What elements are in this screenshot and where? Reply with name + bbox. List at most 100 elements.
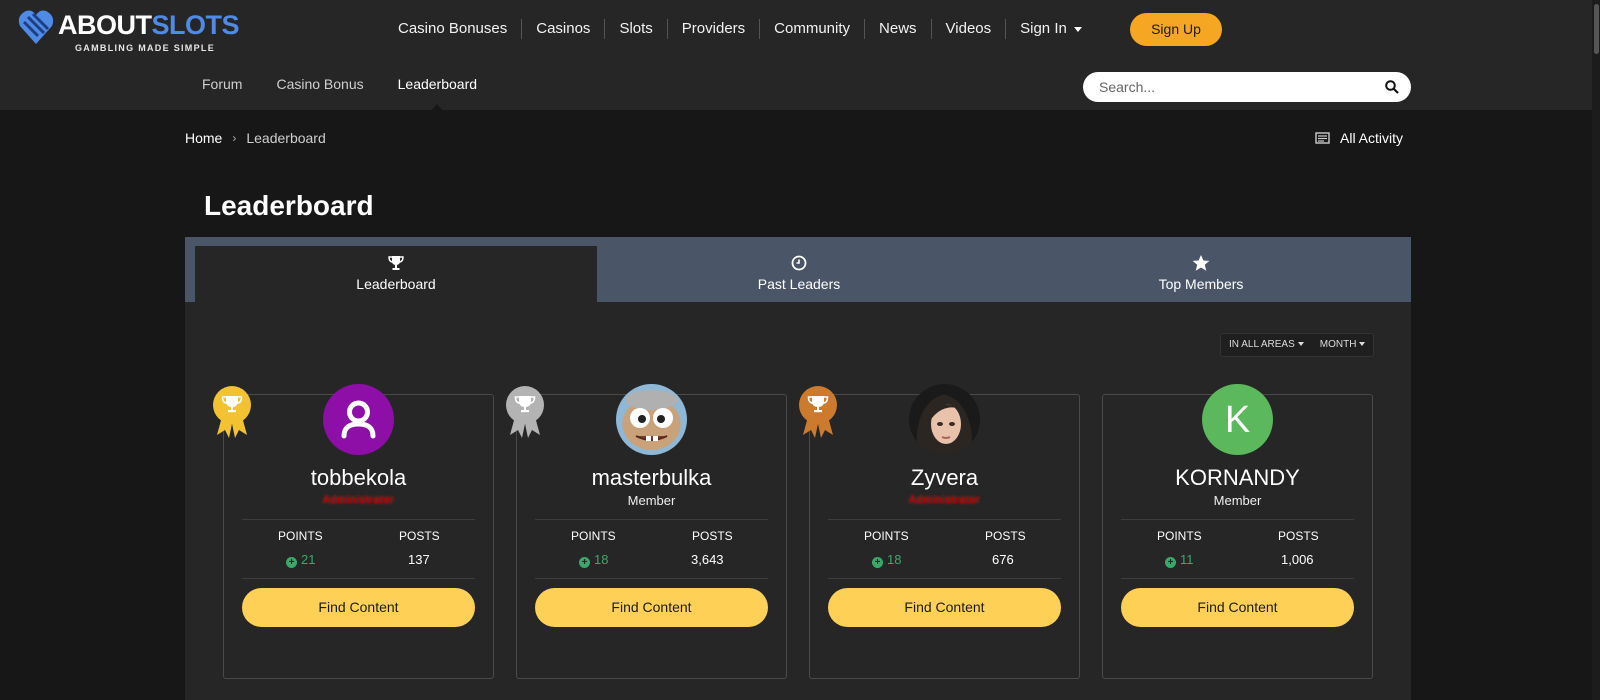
trophy-icon xyxy=(388,256,404,270)
tab-top-members[interactable]: Top Members xyxy=(1000,246,1402,302)
tab-label: Leaderboard xyxy=(356,276,436,292)
avatar[interactable]: K xyxy=(1202,384,1273,455)
logo-wordmark: ABOUTSLOTS xyxy=(58,10,240,41)
tab-past-leaders[interactable]: Past Leaders xyxy=(598,246,1000,302)
breadcrumb-current: Leaderboard xyxy=(246,130,326,146)
nav-casinos[interactable]: Casinos xyxy=(522,19,606,39)
scrollbar-thumb[interactable] xyxy=(1594,4,1599,54)
posts-value: 3,643 xyxy=(691,552,724,567)
silver-award-ribbon-icon xyxy=(506,386,544,438)
points-value: +18 xyxy=(872,552,901,568)
gold-award-ribbon-icon xyxy=(213,386,251,438)
sign-in-label: Sign In xyxy=(1020,20,1067,37)
nav-videos[interactable]: Videos xyxy=(932,19,1007,39)
divider xyxy=(535,578,768,579)
period-filter-dropdown[interactable]: MONTH xyxy=(1312,334,1374,356)
leader-role: Member xyxy=(627,493,676,508)
posts-label: POSTS xyxy=(985,529,1026,543)
leader-username[interactable]: tobbekola xyxy=(224,465,493,491)
points-number: 21 xyxy=(301,552,316,567)
divider xyxy=(242,519,475,520)
leader-username[interactable]: KORNANDY xyxy=(1103,465,1372,491)
leader-card-4: K KORNANDY Member POINTS POSTS +11 1,006… xyxy=(1102,384,1373,679)
leader-role: Administrator xyxy=(322,494,395,506)
tab-leaderboard[interactable]: Leaderboard xyxy=(195,246,597,302)
chevron-down-icon xyxy=(1359,342,1366,347)
sign-up-button[interactable]: Sign Up xyxy=(1130,13,1222,46)
plus-circle-icon: + xyxy=(1165,557,1176,568)
nav-casino-bonuses[interactable]: Casino Bonuses xyxy=(384,19,523,39)
posts-label: POSTS xyxy=(1278,529,1319,543)
tab-label: Top Members xyxy=(1158,276,1244,292)
plus-circle-icon: + xyxy=(286,557,297,568)
period-filter-label: MONTH xyxy=(1319,339,1357,350)
subnav-forum[interactable]: Forum xyxy=(202,76,242,92)
heart-logo-icon xyxy=(18,10,54,44)
plus-circle-icon: + xyxy=(872,557,883,568)
divider xyxy=(828,578,1061,579)
logo-word-slots: SLOTS xyxy=(151,10,240,40)
avatar[interactable] xyxy=(323,384,394,455)
plus-circle-icon: + xyxy=(579,557,590,568)
avatar[interactable] xyxy=(909,384,980,455)
avatar-letter: K xyxy=(1225,399,1250,441)
chevron-right-icon: › xyxy=(232,131,237,145)
leader-username[interactable]: Zyvera xyxy=(810,465,1079,491)
nav-sign-in[interactable]: Sign In xyxy=(1006,19,1096,39)
points-number: 11 xyxy=(1180,552,1194,567)
find-content-button[interactable]: Find Content xyxy=(535,588,768,627)
divider xyxy=(535,519,768,520)
breadcrumb: Home › Leaderboard xyxy=(185,130,326,146)
points-value: +11 xyxy=(1165,552,1194,568)
posts-value: 676 xyxy=(992,552,1014,567)
clock-icon xyxy=(791,255,807,271)
all-activity-link[interactable]: All Activity xyxy=(1315,130,1403,146)
find-content-button[interactable]: Find Content xyxy=(1121,588,1354,627)
points-number: 18 xyxy=(594,552,609,567)
leader-role: Member xyxy=(1213,493,1262,508)
nav-slots[interactable]: Slots xyxy=(605,19,668,39)
leader-role: Administrator xyxy=(908,494,981,506)
nav-providers[interactable]: Providers xyxy=(668,19,761,39)
star-icon xyxy=(1192,255,1210,271)
tab-label: Past Leaders xyxy=(757,276,841,292)
divider xyxy=(1121,519,1354,520)
search-box xyxy=(1083,72,1411,102)
nav-news[interactable]: News xyxy=(865,19,932,39)
page-scrollbar[interactable] xyxy=(1592,0,1600,700)
nav-community[interactable]: Community xyxy=(760,19,866,39)
divider xyxy=(828,519,1061,520)
portrait-avatar-icon xyxy=(909,384,980,455)
logo-word-about: ABOUT xyxy=(58,10,152,40)
leader-username[interactable]: masterbulka xyxy=(517,465,786,491)
search-icon[interactable] xyxy=(1385,80,1399,94)
bronze-award-ribbon-icon xyxy=(799,386,837,438)
find-content-button[interactable]: Find Content xyxy=(828,588,1061,627)
posts-value: 137 xyxy=(408,552,430,567)
page-title: Leaderboard xyxy=(204,190,374,221)
divider xyxy=(1121,578,1354,579)
subnav-leaderboard[interactable]: Leaderboard xyxy=(398,76,477,110)
area-filter-dropdown[interactable]: IN ALL AREAS xyxy=(1221,334,1312,356)
subnav-casino-bonus[interactable]: Casino Bonus xyxy=(276,76,363,92)
site-header: ABOUTSLOTS GAMBLING MADE SIMPLE Casino B… xyxy=(0,0,1600,110)
leaderboard-panel: Leaderboard Past Leaders Top Members IN … xyxy=(185,237,1411,700)
main-nav: Casino Bonuses Casinos Slots Providers C… xyxy=(384,13,1096,45)
site-logo[interactable]: ABOUTSLOTS GAMBLING MADE SIMPLE xyxy=(18,8,240,56)
divider xyxy=(242,578,475,579)
find-content-button[interactable]: Find Content xyxy=(242,588,475,627)
chevron-down-icon xyxy=(1073,26,1082,32)
search-input[interactable] xyxy=(1099,77,1369,97)
newspaper-icon xyxy=(1315,132,1330,144)
points-label: POINTS xyxy=(1157,529,1202,543)
avatar[interactable] xyxy=(616,384,687,455)
user-avatar-icon xyxy=(323,384,394,455)
breadcrumb-home[interactable]: Home xyxy=(185,130,222,146)
letter-avatar-icon: K xyxy=(1202,384,1273,455)
posts-label: POSTS xyxy=(399,529,440,543)
posts-value: 1,006 xyxy=(1281,552,1314,567)
leader-card-1: tobbekola Administrator POINTS POSTS +21… xyxy=(213,384,494,679)
points-label: POINTS xyxy=(571,529,616,543)
sub-nav: Forum Casino Bonus Leaderboard xyxy=(202,76,511,110)
all-activity-label: All Activity xyxy=(1340,130,1404,146)
